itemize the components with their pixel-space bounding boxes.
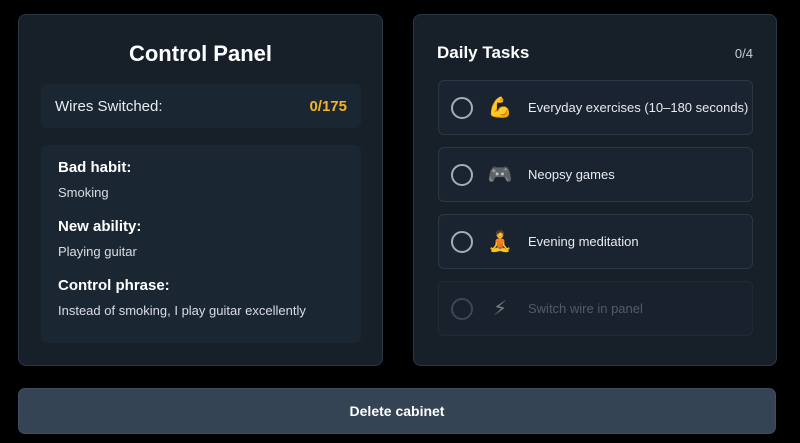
task-label: Everyday exercises (10–180 seconds)	[528, 100, 749, 115]
delete-cabinet-button[interactable]: Delete cabinet	[18, 388, 776, 434]
control-panel-title: Control Panel	[128, 41, 272, 66]
wires-switched-row: Wires Switched: 0/175	[41, 84, 361, 128]
task-label: Neopsy games	[528, 167, 615, 182]
control-phrase-label: Control phrase:	[58, 277, 170, 294]
habit-details: Bad habit: Smoking New ability: Playing …	[41, 145, 361, 343]
flexed-biceps-icon: 💪	[487, 97, 513, 119]
meditation-icon: 🧘	[487, 231, 513, 253]
control-panel: Control Panel Wires Switched: 0/175 Bad …	[18, 14, 383, 366]
lightning-icon: ⚡	[492, 298, 508, 320]
task-checkbox[interactable]	[451, 163, 473, 186]
daily-tasks-panel: Daily Tasks 0/4 💪 Everyday exercises (10…	[413, 14, 777, 366]
daily-tasks-count: 0/4	[734, 46, 753, 61]
task-item-meditation[interactable]: 🧘 Evening meditation	[438, 214, 753, 269]
new-ability-value: Playing guitar	[58, 244, 137, 259]
task-item-exercises[interactable]: 💪 Everyday exercises (10–180 seconds)	[438, 80, 753, 135]
task-checkbox[interactable]	[451, 230, 473, 253]
task-checkbox[interactable]	[451, 96, 473, 119]
task-label: Evening meditation	[528, 234, 639, 249]
wires-switched-value: 0/175	[309, 97, 347, 115]
task-label: Switch wire in panel	[528, 301, 643, 316]
game-controller-icon: 🎮	[487, 164, 513, 186]
bad-habit-label: Bad habit:	[58, 159, 132, 176]
wires-switched-label: Wires Switched:	[55, 97, 163, 115]
new-ability-label: New ability:	[58, 218, 142, 235]
bad-habit-value: Smoking	[58, 185, 109, 200]
task-item-neopsy-games[interactable]: 🎮 Neopsy games	[438, 147, 753, 202]
daily-tasks-title: Daily Tasks	[437, 43, 530, 62]
task-checkbox	[451, 297, 473, 320]
task-item-switch-wire: ⚡ Switch wire in panel	[438, 281, 753, 336]
control-phrase-value: Instead of smoking, I play guitar excell…	[58, 303, 306, 318]
